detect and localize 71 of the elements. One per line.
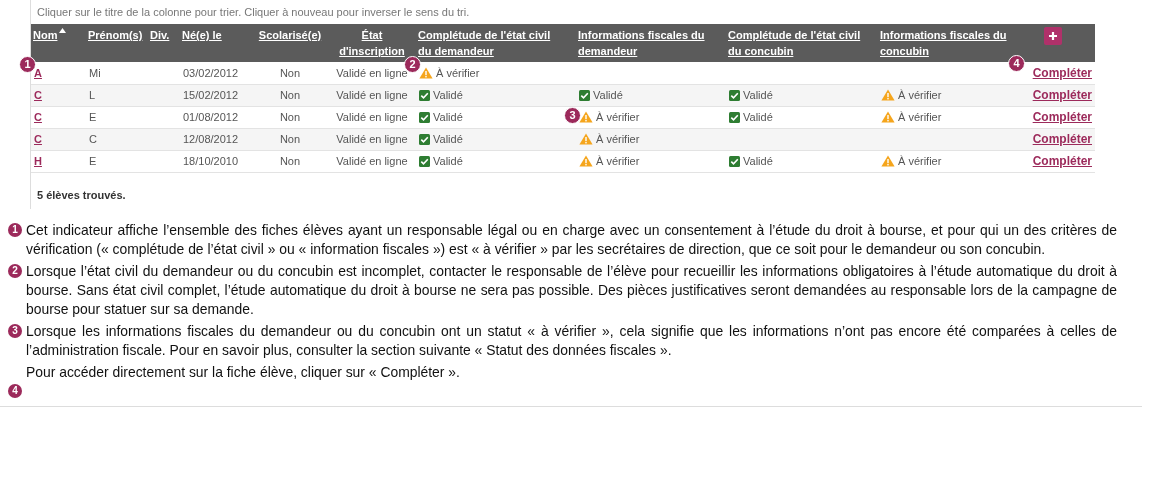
- table-cell-text: Non: [279, 87, 301, 103]
- table-cell-text: Validé en ligne: [336, 109, 408, 125]
- status-text: À vérifier: [596, 131, 640, 147]
- status-text: À vérifier: [436, 65, 480, 81]
- plus-icon: [1047, 31, 1058, 41]
- table-cell-text: L: [89, 87, 96, 103]
- check-icon: [419, 89, 430, 101]
- check-icon: [729, 89, 740, 101]
- name-link[interactable]: C: [34, 86, 42, 104]
- name-link[interactable]: C: [34, 130, 42, 148]
- check-icon: [729, 155, 740, 167]
- sort-ascending-icon: [59, 28, 67, 33]
- table-cell-text: 03/02/2012: [183, 65, 239, 81]
- table-cell-text: 01/08/2012: [183, 109, 239, 125]
- status-text: Validé: [433, 109, 463, 125]
- warning-icon: [881, 111, 895, 123]
- warning-icon: [579, 133, 593, 145]
- check-icon: [419, 133, 430, 145]
- table-cell-text: 12/08/2012: [183, 131, 239, 147]
- complete-link[interactable]: Compléter: [1032, 63, 1092, 82]
- callout-marker: 1: [8, 223, 22, 237]
- status-text: Validé: [743, 87, 773, 103]
- status-text: Validé: [743, 153, 773, 169]
- check-icon: [579, 89, 590, 101]
- warning-icon: [881, 155, 895, 167]
- status-text: Validé: [743, 109, 773, 125]
- status-text: Validé: [433, 87, 463, 103]
- warning-icon: [579, 111, 593, 123]
- callout-marker: 4: [8, 384, 22, 398]
- note-paragraph: Lorsque l’état civil du demandeur ou du concubin est incomplet, contacter le responsable de l’élève pour recueillir les informations obligatoires à l’étude automatique du droit à bourse. Sans état civil complet, l’étude automatique du droit à bourse ne sera pas possible. Des pièces justificatives seront demandées au responsable lors de la campagne de bourse pour statuer sur sa demande.: [26, 262, 1117, 319]
- name-link[interactable]: H: [34, 152, 42, 170]
- status-text: À vérifier: [898, 153, 942, 169]
- status-text: À vérifier: [898, 87, 942, 103]
- status-text: À vérifier: [596, 109, 640, 125]
- table-cell-text: Mi: [89, 65, 101, 81]
- table-cell-text: Validé en ligne: [336, 131, 408, 147]
- table-cell-text: Non: [279, 153, 301, 169]
- status-text: Validé: [593, 87, 623, 103]
- add-button[interactable]: [1043, 27, 1062, 45]
- warning-icon: [579, 155, 593, 167]
- table-cell-text: Validé en ligne: [336, 153, 408, 169]
- note-paragraph: Lorsque les informations fiscales du demandeur ou du concubin ont un statut « à vérifier », cela signifie que les informations n’ont pas encore été comparées à celles de l’administration fiscale. Pour en savoir plus, consulter la section suivante « Statut des données fiscales ».: [26, 322, 1117, 360]
- status-text: À vérifier: [898, 109, 942, 125]
- table-cell-text: Non: [279, 65, 301, 81]
- status-text: À vérifier: [596, 153, 640, 169]
- callout-marker: 3: [8, 324, 22, 338]
- check-icon: [729, 111, 740, 123]
- status-text: Validé: [433, 131, 463, 147]
- note-paragraph: Pour accéder directement sur la fiche élève, cliquer sur « Compléter ».: [26, 363, 461, 382]
- table-cell-text: Validé en ligne: [336, 87, 408, 103]
- result-count: 5 élèves trouvés.: [36, 187, 127, 203]
- hint-text: Cliquer sur le titre de la colonne pour trier. Cliquer à nouveau pour inverser le sens du tri.: [36, 5, 471, 20]
- name-link[interactable]: A: [34, 64, 42, 81]
- name-link[interactable]: C: [34, 108, 42, 126]
- check-icon: [419, 111, 430, 123]
- table-cell-text: C: [89, 131, 97, 147]
- warning-icon: [419, 66, 433, 79]
- check-icon: [419, 155, 430, 167]
- note-paragraph: Cet indicateur affiche l’ensemble des fiches élèves ayant un responsable légal ou en charge avec un consentement à l’étude du droit à bourse, et pour qui un des critères de vérification (« complétude de l’état civil » ou « information fiscales ») est « à vérifier » par les secrétaires de direction, que ce soit pour le demandeur ou son concubin.: [26, 221, 1117, 259]
- table-cell-text: 18/10/2010: [183, 153, 239, 169]
- callout-marker: 2: [8, 264, 22, 278]
- warning-icon: [881, 89, 895, 101]
- complete-link[interactable]: Compléter: [1032, 152, 1092, 170]
- table-cell-text: Non: [279, 109, 301, 125]
- table-cell-text: 15/02/2012: [183, 87, 239, 103]
- table-cell-text: E: [89, 153, 97, 169]
- callout-marker: 1: [19, 55, 36, 73]
- complete-link[interactable]: Compléter: [1032, 108, 1092, 126]
- table-cell-text: Non: [279, 131, 301, 147]
- status-text: Validé: [433, 153, 463, 169]
- table-cell-text: E: [89, 109, 97, 125]
